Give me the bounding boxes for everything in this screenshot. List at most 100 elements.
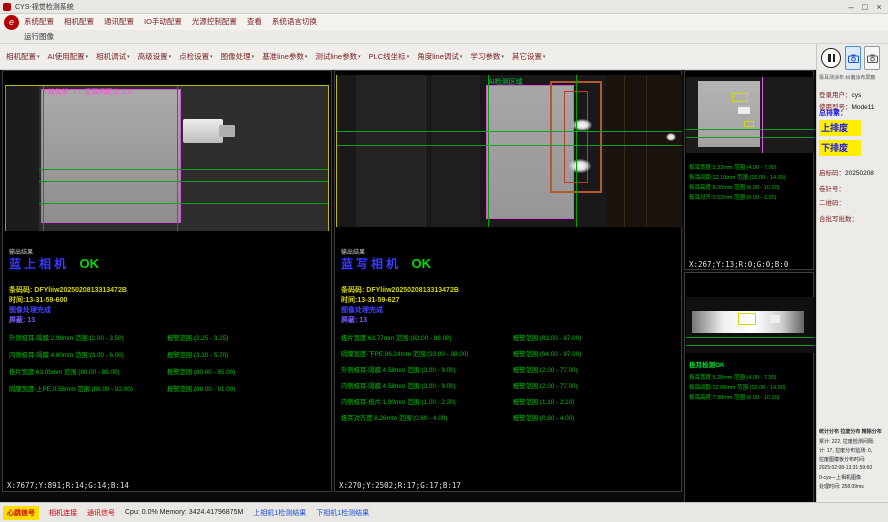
menu-camera-config[interactable]: 相机配置 — [64, 14, 94, 30]
measurement-row: 隔膜宽度-上PE:0.56mm 范围:(88.00 - 92.00)报警范围:(… — [9, 384, 235, 393]
dropdown-arrow-icon: ▾ — [358, 54, 361, 60]
measure-line — [488, 75, 489, 227]
menu-language[interactable]: 系统语言切换 — [272, 14, 317, 30]
camera-view-small-bottom: 极耳检测OK 极耳宽度:5.28mm 范围:(4.00 - 7.00) 极耳间距… — [684, 272, 814, 522]
camera-toggle-button-1[interactable] — [845, 46, 861, 70]
pixel-coords-readout: X:267;Y:13;R:0;G:0;B:0 — [689, 260, 788, 269]
toolbar-other-settings[interactable]: 其它设置▾ — [512, 51, 546, 62]
stats-line: 拉废图模板分布时间: — [819, 456, 887, 463]
start-code-value: 20250208 — [845, 170, 874, 177]
time-text: 时间:13-31-59-627 — [341, 295, 399, 305]
toolbar-advanced[interactable]: 高级设置▾ — [138, 51, 172, 62]
crop-line — [762, 77, 763, 153]
light-reflection — [572, 119, 592, 131]
camera-image-small-top — [686, 77, 814, 153]
maximize-button[interactable]: □ — [858, 0, 872, 14]
measurement-line: 极耳高度:8.05mm 范围:(6.00 - 10.00) — [689, 183, 779, 191]
toolbar-angle-line[interactable]: 角度line调试▾ — [417, 51, 462, 62]
process-done-text: 图像处理完成 — [9, 305, 51, 315]
toolbar-camera-config[interactable]: 相机配置▾ — [6, 51, 40, 62]
mask-text: 屏蔽: 13 — [341, 315, 367, 325]
measurement-line: 极耳间距:12.06mm 范围:(10.00 - 14.00) — [689, 383, 786, 391]
toolbar-image-process[interactable]: 图像处理▾ — [221, 51, 255, 62]
measurement-row: 极耳对齐度:8.26mm 范围:(0.60 - 4.00)报警范围:(0.60 … — [341, 413, 574, 422]
dropdown-arrow-icon: ▾ — [37, 54, 40, 60]
camera-image-bottom: AI检测区域 — [336, 75, 682, 227]
measure-line — [686, 337, 814, 338]
measure-line — [39, 203, 329, 204]
reject-highlight-1: 上排废 — [819, 120, 861, 136]
dropdown-arrow-icon: ▾ — [460, 54, 463, 60]
heartbeat-indicator: 心跳信号 — [3, 506, 39, 520]
measurement-line: 极耳对齐:0.52mm 范围:(0.00 - 2.00) — [689, 193, 776, 201]
dropdown-arrow-icon: ▾ — [407, 54, 410, 60]
measurement-row: 外侧极耳-隔膜:2.98mm 范围:(2.00 - 3.50)报警范围:(2.2… — [9, 333, 228, 342]
measure-line — [336, 145, 682, 146]
top-camera-result-link[interactable]: 上相机1检测结果 — [253, 508, 306, 518]
menu-view[interactable]: 查看 — [247, 14, 262, 30]
measurement-row: 隔膜宽度-下PE:96.24mm 范围:(93.00 - 98.00)报警范围:… — [341, 349, 581, 358]
pause-icon — [833, 54, 836, 62]
pause-button[interactable] — [821, 48, 841, 68]
measure-line — [39, 181, 329, 182]
overlay-text-y-offset: Y轴偏差: 93; 极耳间距值:100 — [43, 87, 133, 97]
roi-box-yellow — [738, 313, 756, 325]
toolbar-learn-params[interactable]: 学习参数▾ — [470, 51, 504, 62]
measurement-row: 内侧极耳-极片:1.90mm 范围:(1.00 - 2.20)报警范围:(1.1… — [341, 397, 574, 406]
pixel-coords-readout: X:270;Y:2502;R:17;G:17;B:17 — [339, 481, 461, 490]
toolbar: 相机配置▾ AI使用配置▾ 相机调试▾ 高级设置▾ 点检设置▾ 图像处理▾ 基准… — [0, 44, 816, 70]
toolbar-plc-coords[interactable]: PLC线坐标▾ — [369, 51, 410, 62]
result-title-row: 蓝写相机 OK — [341, 255, 431, 273]
tab-run-image[interactable]: 运行图像 — [24, 30, 54, 44]
measurement-line: 极耳宽度:5.32mm 范围:(4.00 - 7.00) — [689, 163, 776, 171]
dropdown-arrow-icon: ▾ — [305, 54, 308, 60]
result-title-row: 蓝上相机 OK — [9, 255, 99, 273]
right-info-panel: 极耳测涂布 纠偏涂布屏蔽 登录用户：cys 使用型号：Mode11 总排累： 上… — [816, 44, 888, 502]
measurement-row: 极片宽度:63.77mm 范围:(82.00 - 88.00)报警范围:(83.… — [341, 333, 581, 342]
measure-line — [576, 75, 577, 227]
camera-icon — [867, 54, 878, 63]
toolbar-base-line[interactable]: 基准line参数▾ — [262, 51, 307, 62]
stats-line: 处理时间: 258.09ms — [819, 483, 887, 490]
measure-line — [686, 345, 814, 346]
measure-line — [43, 85, 44, 231]
menu-light-config[interactable]: 光源控制配置 — [192, 14, 237, 30]
light-reflection — [666, 133, 676, 141]
title-bar: CYS-视觉检测系统 – □ × — [0, 0, 888, 14]
minimize-button[interactable]: – — [844, 0, 858, 14]
toolbar-test-line[interactable]: 测试line参数▾ — [315, 51, 360, 62]
camera-view-small-top: 极耳宽度:5.32mm 范围:(4.00 - 7.00) 极耳间距:12.10m… — [684, 70, 814, 270]
camera-name: 蓝写相机 — [341, 257, 401, 271]
gripper-part — [183, 119, 223, 143]
bottom-camera-result-link[interactable]: 下相机1检测结果 — [316, 508, 369, 518]
panel-header: 极耳测涂布 纠偏涂布屏蔽 — [819, 74, 887, 81]
stats-tabs[interactable]: 统计分布 拉废分布 精除分布 — [819, 428, 882, 435]
measurement-row: 外侧极耳-隔膜:4.58mm 范围:(3.00 - 9.00)报警范围:(2.0… — [341, 365, 578, 374]
menu-io-manual[interactable]: IO手动配置 — [144, 14, 182, 30]
menu-comm-config[interactable]: 通讯配置 — [104, 14, 134, 30]
camera-toggle-button-2[interactable] — [864, 46, 880, 70]
model-value[interactable]: Mode11 — [852, 104, 875, 111]
toolbar-spotcheck[interactable]: 点检设置▾ — [179, 51, 213, 62]
stats-line: 0-cys—上相机图像 — [819, 474, 887, 481]
barcode-text: 条码码: DFYliiw2025020813313472B — [341, 285, 459, 295]
dropdown-arrow-icon: ▾ — [127, 54, 130, 60]
dropdown-arrow-icon: ▾ — [86, 54, 89, 60]
result-status: 极耳检测OK — [689, 359, 725, 369]
camera-connect-indicator: 相机连接 — [49, 508, 77, 518]
app-window: CYS-视觉检测系统 – □ × e 系统配置 相机配置 通讯配置 IO手动配置… — [0, 0, 888, 522]
menu-system-config[interactable]: 系统配置 — [24, 14, 54, 30]
measure-line — [39, 169, 329, 170]
toolbar-ai-config[interactable]: AI使用配置▾ — [48, 51, 89, 62]
close-button[interactable]: × — [872, 0, 886, 14]
dropdown-arrow-icon: ▾ — [210, 54, 213, 60]
barcode-text: 条码码: DFYliiw2025020813313472B — [9, 285, 127, 295]
camera-view-bottom: AI检测区域 输出结果 蓝写相机 OK 条码码: DFYliiw20250208… — [334, 70, 682, 492]
measurement-row: 内侧极耳-隔膜:4.58mm 范围:(3.00 - 9.00)报警范围:(2.0… — [341, 381, 578, 390]
mask-text: 屏蔽: 13 — [9, 315, 35, 325]
result-status: OK — [411, 256, 431, 271]
crop-line — [5, 85, 6, 231]
toolbar-camera-debug[interactable]: 相机调试▾ — [96, 51, 130, 62]
measure-line — [177, 85, 178, 231]
camera-icon — [848, 54, 859, 63]
